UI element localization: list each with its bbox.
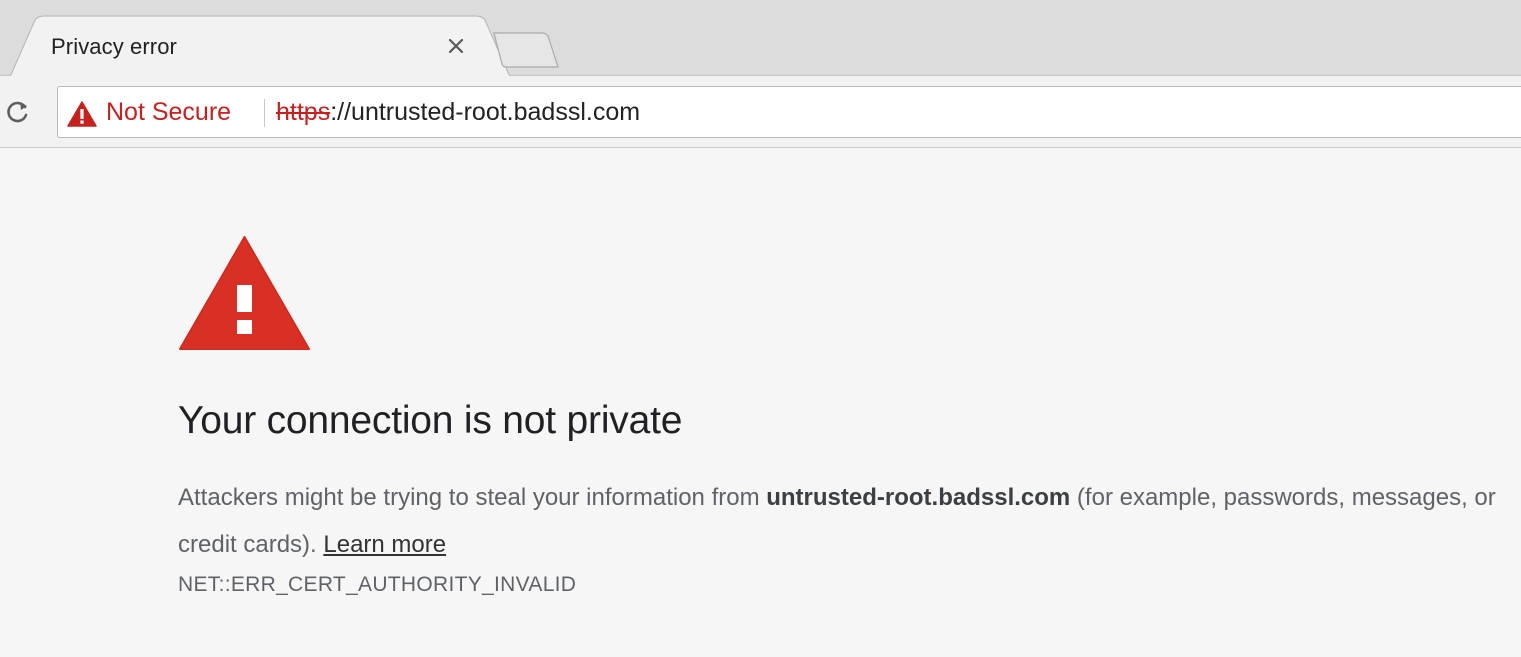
new-tab-button[interactable] [490,30,562,70]
url-scheme: https [276,98,331,126]
interstitial-page: Your connection is not private Attackers… [10,149,1521,657]
description-domain: untrusted-root.badssl.com [766,484,1071,511]
page-title: Your connection is not private [178,399,683,442]
browser-window: Privacy error Not Secure https://untrust… [0,0,1521,657]
description-text-start: Attackers might be trying to steal your … [178,484,767,511]
warning-triangle-icon[interactable] [67,101,97,127]
tab-strip: Privacy error [0,0,1521,77]
url-host: ://untrusted-root.badssl.com [330,98,641,126]
warning-triangle-icon [179,235,310,350]
not-secure-label[interactable]: Not Secure [106,98,231,127]
toolbar: Not Secure https://untrusted-root.badssl… [0,76,1521,148]
tab-title[interactable]: Privacy error [51,34,177,60]
learn-more-link[interactable]: Learn more [323,531,446,558]
address-bar[interactable]: Not Secure https://untrusted-root.badssl… [57,86,1521,138]
tab-shapes [9,15,511,77]
reload-icon[interactable] [4,98,32,126]
close-icon[interactable] [443,33,469,59]
url-text[interactable]: https://untrusted-root.badssl.com [276,98,640,127]
omnibox-separator [264,99,265,127]
error-code: NET::ERR_CERT_AUTHORITY_INVALID [178,573,577,596]
error-description: Attackers might be trying to steal your … [178,474,1498,568]
